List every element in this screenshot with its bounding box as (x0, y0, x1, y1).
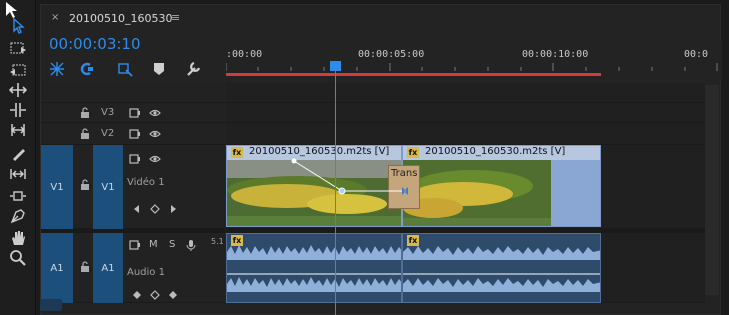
track-name: V3 (101, 107, 115, 118)
next-keyframe-icon[interactable] (167, 203, 179, 215)
timeline-tools (41, 57, 225, 83)
track-select-backward-tool[interactable] (6, 60, 30, 80)
track-lane-a1[interactable]: fx fx (226, 233, 705, 303)
lock-icon[interactable] (79, 107, 91, 119)
add-marker-icon[interactable] (149, 59, 169, 79)
pen-tool[interactable] (6, 206, 30, 226)
track-lane-v1[interactable]: 20100510_160530.m2ts [V] fx 20100510_160… (226, 145, 705, 229)
track-label: Vidéo 1 (127, 177, 165, 188)
track-header-v1[interactable]: V1 V1 Vidéo 1 (41, 145, 225, 229)
prev-keyframe-icon[interactable] (131, 203, 143, 215)
rate-stretch-tool[interactable] (6, 120, 30, 140)
tab-close-button[interactable]: × (51, 12, 59, 23)
work-area-bar[interactable] (226, 73, 601, 76)
source-patch-v1[interactable]: V1 (41, 145, 73, 229)
sync-lock-icon[interactable] (129, 153, 141, 165)
timeline-settings-icon[interactable] (183, 59, 203, 79)
rolling-edit-tool[interactable] (6, 100, 30, 120)
add-keyframe-icon[interactable] (149, 289, 161, 301)
track-header-a1[interactable]: A1 A1 M S 5.1 Audio 1 (41, 233, 225, 303)
add-keyframe-icon[interactable] (149, 203, 161, 215)
horizontal-scroll-handle[interactable] (40, 299, 62, 311)
track-target-a1[interactable]: A1 (93, 233, 123, 303)
audio-waveform (227, 245, 401, 292)
hand-tool[interactable] (6, 228, 30, 248)
selection-tool[interactable] (6, 16, 30, 36)
track-header-v2[interactable]: V2 (41, 123, 225, 145)
sync-lock-icon[interactable] (129, 107, 141, 119)
track-select-tool[interactable] (6, 38, 30, 58)
prev-keyframe-icon[interactable] (131, 289, 143, 301)
slip-tool[interactable] (6, 164, 30, 184)
sync-lock-icon[interactable] (129, 239, 141, 251)
ruler-label: :00:00 (226, 49, 263, 60)
ruler-label: 00:0 (684, 49, 709, 60)
track-name: V2 (101, 128, 115, 139)
track-header-spacer (41, 83, 225, 103)
audio-clip[interactable]: fx (226, 233, 402, 303)
track-lane-v2[interactable] (226, 123, 705, 145)
track-lane-spacer (226, 83, 705, 103)
eye-icon[interactable] (149, 128, 161, 140)
ripple-edit-tool[interactable] (6, 80, 30, 100)
time-ruler[interactable]: :00:00 00:00:05:00 00:00:10:00 00:0 (226, 41, 722, 81)
microphone-icon[interactable] (185, 239, 197, 251)
zoom-tool[interactable] (6, 248, 30, 268)
snap-icon[interactable] (47, 59, 67, 79)
panel-menu-icon[interactable]: ≡ (171, 11, 180, 24)
vertical-scrollbar[interactable] (705, 85, 719, 295)
tools-panel (0, 0, 36, 315)
lock-icon[interactable] (79, 179, 91, 191)
audio-waveform (403, 246, 600, 292)
keyframe-line (291, 158, 408, 195)
timeline-tab[interactable]: × 20100510_160530 ≡ (41, 5, 722, 31)
playhead-line[interactable] (335, 66, 336, 315)
razor-tool[interactable] (6, 144, 30, 164)
playhead-handle[interactable] (330, 61, 341, 71)
track-header-v3[interactable]: V3 (41, 103, 225, 123)
track-lane-v3[interactable] (226, 103, 705, 123)
ruler-label: 00:00:10:00 (522, 49, 589, 60)
solo-button[interactable]: S (169, 239, 175, 250)
eye-icon[interactable] (149, 107, 161, 119)
eye-icon[interactable] (149, 153, 161, 165)
lock-icon[interactable] (79, 261, 91, 273)
lock-icon[interactable] (79, 128, 91, 140)
sequence-title[interactable]: 20100510_160530 (69, 12, 172, 25)
next-keyframe-icon[interactable] (167, 289, 179, 301)
source-patch-a1[interactable]: A1 (41, 233, 73, 303)
timeline-panel: × 20100510_160530 ≡ 00:00:03:10 :00:00 0… (40, 4, 722, 315)
channel-type: 5.1 (211, 237, 224, 246)
mute-button[interactable]: M (149, 239, 158, 250)
track-target-v1[interactable]: V1 (93, 145, 123, 229)
audio-clip[interactable]: fx (402, 233, 601, 303)
add-marker-group-icon[interactable] (115, 59, 135, 79)
ruler-ticks (226, 63, 718, 71)
linked-selection-icon[interactable] (77, 59, 97, 79)
ruler-label: 00:00:05:00 (358, 49, 425, 60)
track-label: Audio 1 (127, 267, 165, 278)
playhead-timecode[interactable]: 00:00:03:10 (49, 35, 141, 53)
slide-tool[interactable] (6, 186, 30, 206)
sync-lock-icon[interactable] (129, 128, 141, 140)
